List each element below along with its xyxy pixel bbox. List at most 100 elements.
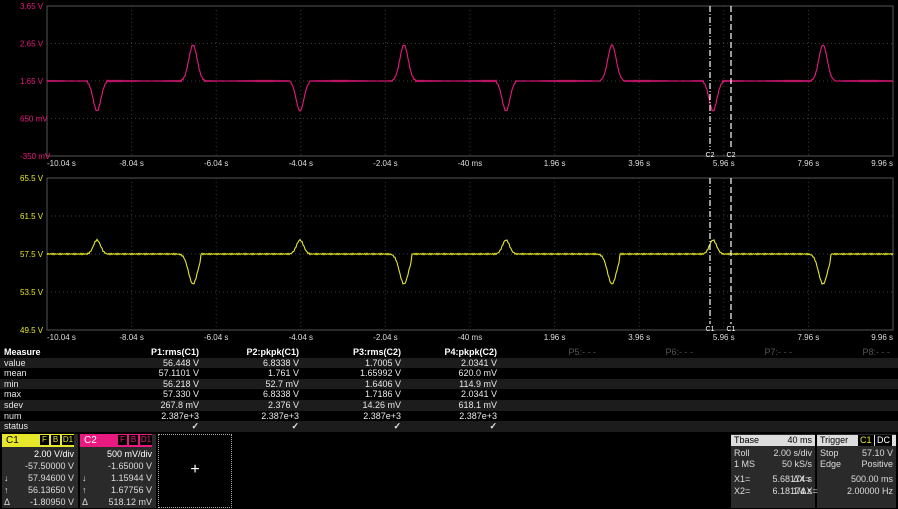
c1-flag-f: F — [40, 435, 49, 445]
cursor-x2-label: X2= — [734, 486, 751, 496]
x-tick-label: 9.96 s — [871, 333, 893, 342]
measure-cell-p4: 618.1 mV — [458, 400, 497, 410]
c2-descriptor-tag: C2 F B D1 — [80, 434, 152, 447]
measure-header-row: Measure P1:rms(C1) P2:pkpk(C1) P3:rms(C2… — [0, 347, 898, 358]
measure-row-label: status — [4, 421, 29, 432]
c2_desc-line: Δ 518.12 mV — [80, 496, 154, 508]
c2_desc-line-key: ↑ — [82, 485, 87, 495]
measure-cell-p1: 57.330 V — [162, 389, 199, 400]
y-tick-label: 53.5 V — [20, 288, 44, 297]
c1_desc-line-key: ↑ — [4, 485, 9, 495]
cursor-label: C2 — [727, 152, 736, 159]
timebase-value: 40 ms — [787, 435, 812, 445]
measure-cell-p1: 2.387e+3 — [161, 410, 199, 421]
c2-descriptor[interactable]: C2 F B D1 500 mV/div -1.65000 V ↓ 1.15944 V… — [80, 434, 156, 508]
c2_desc-line-value: -1.65000 V — [107, 461, 152, 471]
cursor-dx-value: 500.00 ms — [850, 474, 893, 484]
measure-param-p2[interactable]: P2:pkpk(C1) — [246, 347, 299, 358]
measure-cell-p2: 6.8338 V — [262, 357, 299, 368]
measure-row-max: max 57.330 V 6.8338 V 1.7186 V 2.0341 V — [0, 389, 898, 400]
c1_desc-line: ↑ 56.13650 V — [2, 484, 76, 496]
c1_desc-line-key: ↓ — [4, 473, 9, 483]
c2_desc-line-value: 1.67756 V — [110, 485, 152, 495]
cursor-dx-label: ΔX= — [793, 474, 811, 484]
trigger-slope: Positive — [861, 459, 893, 469]
measure-cell-p3: 1.6406 V — [364, 378, 401, 389]
c2-flag-f: F — [118, 435, 127, 445]
c1_desc-line: ↓ 57.94600 V — [2, 472, 76, 484]
measure-cell-p4: 2.0341 V — [460, 357, 497, 368]
measure-param-p7[interactable]: P7:- - - — [764, 347, 792, 358]
x-tick-label: 5.96 s — [713, 333, 735, 342]
measure-cell-p3: 1.7186 V — [364, 389, 401, 400]
measure-row-label: max — [4, 389, 22, 400]
measure-cell-p1: 57.1101 V — [158, 368, 199, 379]
c2_desc-line-key: ↓ — [82, 473, 87, 483]
measure-cell-p2: 2.376 V — [267, 400, 299, 410]
measure-cell-p4: 2.387e+3 — [459, 410, 497, 421]
measure-param-p1[interactable]: P1:rms(C1) — [151, 347, 199, 358]
trigger-source-tag: C1 — [858, 435, 874, 446]
c1_desc-line-value: -57.50000 V — [24, 461, 74, 471]
measure-row-label: mean — [4, 368, 27, 379]
x-tick-label: 7.96 s — [798, 333, 820, 342]
x-tick-label: -6.04 s — [204, 159, 228, 168]
plus-icon: + — [190, 461, 200, 478]
y-tick-label: 49.5 V — [20, 326, 44, 335]
c2_desc-line-value: 518.12 mV — [108, 497, 152, 507]
measure-cell-p3: 1.7005 V — [364, 357, 401, 368]
c1_desc-line-value: -1.80950 V — [29, 497, 74, 507]
timebase-rate: 50 kS/s — [781, 459, 812, 469]
x-tick-label: -4.04 s — [289, 159, 313, 168]
trigger-descriptor[interactable]: Trigger C1 DC Stop 57.10 V Edge Positive… — [793, 434, 896, 508]
measure-param-p3[interactable]: P3:rms(C2) — [353, 347, 401, 358]
c1-descriptor[interactable]: C1 F B D1 2.00 V/div -57.50000 V ↓ 57.94600… — [2, 434, 78, 508]
measure-cell-p4: 114.9 mV — [459, 378, 497, 389]
measure-param-p6[interactable]: P6:- - - — [665, 347, 693, 358]
trigger-mode: Stop — [820, 448, 839, 458]
measure-param-p5[interactable]: P5:- - - — [568, 347, 596, 358]
measure-param-p4[interactable]: P4:pkpk(C2) — [444, 347, 497, 358]
cursor-inv-value: 2.00000 Hz — [846, 486, 893, 496]
c1-waveform-grid[interactable]: 65.5 V 61.5 V 57.5 V 53.5 V 49.5 V-10.04 s -8… — [0, 172, 898, 342]
c1_desc-line-value: 57.94600 V — [27, 473, 74, 483]
c2_desc-line-key: Δ — [82, 497, 89, 507]
y-tick-label: 3.65 V — [20, 2, 44, 11]
x-tick-label: 9.96 s — [871, 159, 893, 168]
trigger-level: 57.10 V — [861, 448, 893, 458]
c2_desc-line: ↓ 1.15944 V — [80, 472, 154, 484]
cursor-label: C2 — [706, 152, 715, 159]
measure-row-min: min 56.218 V 52.7 mV 1.6406 V 114.9 mV — [0, 378, 898, 390]
x-tick-label: -8.04 s — [119, 159, 143, 168]
c1-descriptor-tag: C1 F B D1 — [2, 434, 74, 447]
c2_desc-line-value: 500 mV/div — [106, 449, 152, 459]
x-tick-label: 7.96 s — [798, 159, 820, 168]
measure-cell-p4: ✓ — [489, 421, 497, 432]
measure-row-label: num — [4, 410, 22, 421]
add-trace-button[interactable]: + — [158, 434, 232, 508]
measure-cell-p1: ✓ — [191, 421, 199, 432]
timebase-title: Tbase — [734, 435, 760, 445]
trigger-coupling-tag: DC — [875, 435, 892, 446]
y-tick-label: 2.65 V — [20, 40, 44, 49]
measure-cell-p3: 1.65992 V — [359, 368, 401, 379]
measure-cell-p4: 620.0 mV — [458, 368, 497, 379]
c2-waveform-grid[interactable]: 3.65 V2.65 V1.65 V650 mV-350 mV-10.04 s-… — [0, 0, 898, 168]
measure-row-value: value 56.448 V 6.8338 V 1.7005 V 2.0341 V — [0, 357, 898, 369]
measure-param-p8[interactable]: P8:- - - — [862, 347, 890, 358]
x-tick-label: 1.96 s — [544, 159, 566, 168]
cursor-x1-label: X1= — [734, 474, 751, 484]
cursor-label: C1 — [727, 326, 736, 333]
c1_desc-line: -57.50000 V — [2, 460, 76, 472]
measure-cell-p1: 267.8 mV — [160, 400, 199, 410]
trigger-title: Trigger — [820, 435, 849, 445]
measure-cell-p3: 14.26 mV — [362, 400, 401, 410]
c2_desc-line: ↑ 1.67756 V — [80, 484, 154, 496]
measure-row-num: num 2.387e+3 2.387e+3 2.387e+3 2.387e+3 — [0, 411, 898, 422]
x-tick-label: -10.04 s — [47, 159, 76, 168]
x-tick-label: 1.96 s — [544, 333, 566, 342]
x-tick-label: -2.04 s — [373, 333, 397, 342]
measure-cell-p2: ✓ — [291, 421, 299, 432]
y-tick-label: 61.5 V — [20, 212, 44, 221]
measure-row-status: status ✓ ✓ ✓ ✓ — [0, 421, 898, 432]
